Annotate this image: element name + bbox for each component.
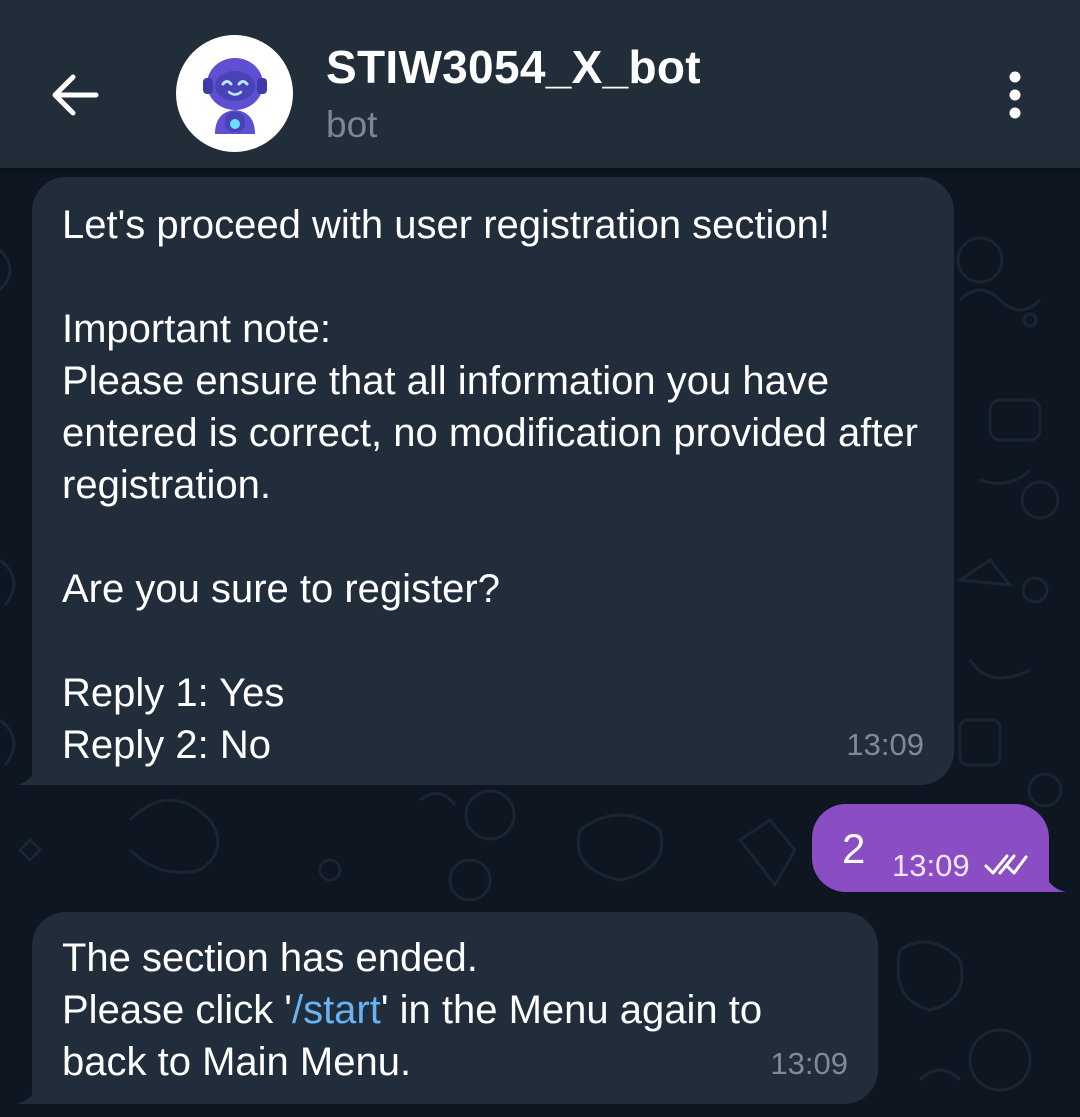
message-time: 13:09 xyxy=(846,727,924,762)
message-text: Let's proceed with user registration sec… xyxy=(62,203,918,767)
message-time: 13:09 xyxy=(892,848,970,883)
outgoing-message[interactable]: 2 13:09 xyxy=(812,804,1049,892)
message-text: The section has ended. Please click '/st… xyxy=(62,932,848,1088)
robot-icon xyxy=(202,57,267,134)
double-check-icon xyxy=(984,854,1028,875)
start-command-link[interactable]: /start xyxy=(292,988,381,1032)
back-arrow-icon xyxy=(52,74,99,116)
back-button[interactable] xyxy=(40,60,110,130)
chat-title: STIW3054_X_bot xyxy=(326,41,701,93)
chat-title-block[interactable]: STIW3054_X_bot bot xyxy=(326,40,701,146)
message-text: 2 xyxy=(842,825,866,872)
chat-subtitle: bot xyxy=(326,104,378,145)
chat-header: STIW3054_X_bot bot xyxy=(0,0,1080,168)
incoming-message[interactable]: Let's proceed with user registration sec… xyxy=(32,177,954,785)
message-time: 13:09 xyxy=(770,1046,848,1081)
incoming-message[interactable]: The section has ended. Please click '/st… xyxy=(32,912,878,1104)
bot-avatar[interactable] xyxy=(176,35,293,152)
more-vert-icon xyxy=(1009,71,1021,119)
more-options-button[interactable] xyxy=(990,60,1040,130)
